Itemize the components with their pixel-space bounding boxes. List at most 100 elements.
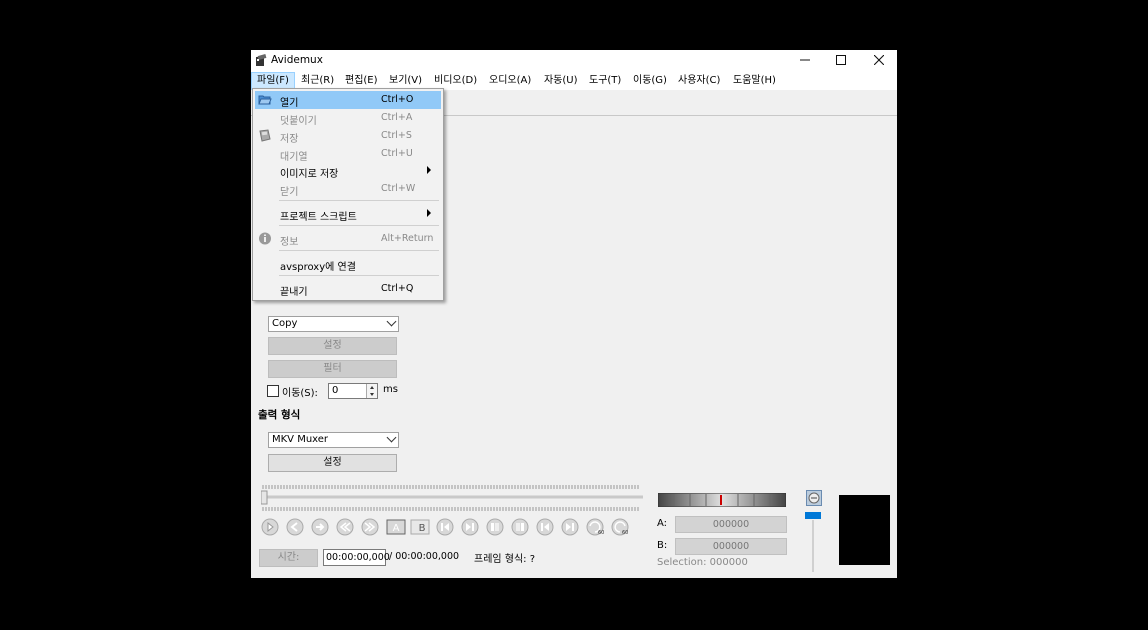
menu-item-label: 끝내기 <box>280 287 308 298</box>
frame-type: 프레임 형식: ? <box>474 554 536 565</box>
menu-view[interactable]: 보기(V) <box>384 73 427 89</box>
previous-cut-point-icon[interactable] <box>436 518 454 536</box>
audio-configure-button[interactable]: 설정 <box>268 337 397 355</box>
menu-recent[interactable]: 최근(R) <box>296 73 339 89</box>
output-configure-button[interactable]: 설정 <box>268 454 397 472</box>
menu-item-shortcut: Ctrl+S <box>381 130 412 141</box>
audio-filters-button[interactable]: 필터 <box>268 360 397 378</box>
jog-shuttle[interactable] <box>658 493 786 507</box>
close-button[interactable] <box>861 50 897 72</box>
menu-item-save[interactable]: 저장 Ctrl+S <box>255 127 441 145</box>
menu-separator <box>279 225 439 226</box>
next-frame-icon[interactable] <box>311 518 329 536</box>
menu-go[interactable]: 이동(G) <box>628 73 672 89</box>
chevron-down-icon <box>386 316 397 327</box>
set-marker-a-icon[interactable]: A <box>386 518 406 536</box>
set-marker-b-icon[interactable]: B <box>410 518 430 536</box>
menu-item-label: 정보 <box>280 237 299 248</box>
menu-item-quit[interactable]: 끝내기 Ctrl+Q <box>255 280 441 298</box>
svg-text:60: 60 <box>622 530 628 536</box>
previous-frame-icon[interactable] <box>286 518 304 536</box>
go-to-marker-b-icon[interactable] <box>511 518 529 536</box>
next-cut-point-icon[interactable] <box>461 518 479 536</box>
marker-b-field: 000000 <box>675 538 787 555</box>
submenu-arrow-icon <box>427 166 431 174</box>
marker-b-label: B: <box>657 540 668 551</box>
menu-item-append[interactable]: 덧붙이기 Ctrl+A <box>255 109 441 127</box>
rewind-60s-icon[interactable]: 60 <box>586 518 604 536</box>
volume-thumb[interactable] <box>805 512 821 519</box>
menu-item-project-script[interactable]: 프로젝트 스크립트 <box>255 205 441 223</box>
menu-item-label: 닫기 <box>280 187 299 198</box>
audio-shift-input[interactable]: 0 <box>328 383 378 399</box>
menu-item-label: avsproxy에 연결 <box>280 262 356 273</box>
svg-text:A: A <box>393 523 400 534</box>
menu-item-label: 열기 <box>280 98 299 109</box>
time-label-button[interactable]: 시간: <box>259 549 318 567</box>
go-to-marker-a-icon[interactable] <box>486 518 504 536</box>
menu-item-shortcut: Ctrl+W <box>381 183 416 194</box>
output-format-select[interactable]: MKV Muxer <box>268 432 399 448</box>
avidemux-logo-icon <box>256 54 267 66</box>
minimize-icon <box>800 59 810 61</box>
menu-separator <box>279 275 439 276</box>
menu-item-label: 덧붙이기 <box>280 116 317 127</box>
total-time: / 00:00:00,000 <box>389 551 460 562</box>
title-bar: Avidemux <box>251 50 897 72</box>
menu-item-save-as-image[interactable]: 이미지로 저장 <box>255 162 441 180</box>
maximize-button[interactable] <box>823 50 859 72</box>
close-icon <box>873 54 885 66</box>
seek-handle <box>261 490 268 505</box>
folder-open-icon <box>258 95 272 105</box>
menu-item-shortcut: Ctrl+A <box>381 112 413 123</box>
save-disk-icon <box>259 129 271 142</box>
menu-edit[interactable]: 편집(E) <box>340 73 383 89</box>
window-title: Avidemux <box>271 54 323 66</box>
volume-track[interactable] <box>812 520 814 572</box>
previous-keyframe-icon[interactable] <box>336 518 354 536</box>
video-preview-thumbnail <box>839 495 890 565</box>
svg-text:B: B <box>419 523 426 534</box>
go-to-first-frame-icon[interactable] <box>536 518 554 536</box>
output-format-value: MKV Muxer <box>272 434 329 445</box>
audio-shift-unit: ms <box>383 384 398 395</box>
audio-shift-label: 이동(S): <box>282 388 318 399</box>
spin-buttons[interactable] <box>366 384 377 398</box>
menu-tools[interactable]: 도구(T) <box>584 73 626 89</box>
audio-codec-value: Copy <box>272 318 298 329</box>
menu-item-queue[interactable]: 대기열 Ctrl+U <box>255 145 441 163</box>
menu-item-shortcut: Ctrl+O <box>381 94 414 105</box>
minimize-button[interactable] <box>787 50 823 72</box>
menu-video[interactable]: 비디오(D) <box>429 73 482 89</box>
menu-separator <box>279 200 439 201</box>
volume-icon[interactable] <box>806 490 822 506</box>
menu-item-properties[interactable]: 정보 Alt+Return <box>255 230 441 248</box>
menu-audio[interactable]: 오디오(A) <box>484 73 536 89</box>
menu-item-shortcut: Ctrl+Q <box>381 283 414 294</box>
menu-help[interactable]: 도움말(H) <box>728 73 781 89</box>
go-to-last-frame-icon[interactable] <box>561 518 579 536</box>
marker-a-label: A: <box>657 518 668 529</box>
menu-item-label: 프로젝트 스크립트 <box>280 212 357 223</box>
menu-item-close[interactable]: 닫기 Ctrl+W <box>255 180 441 198</box>
seek-slider[interactable] <box>261 483 643 513</box>
menu-custom[interactable]: 사용자(C) <box>673 73 725 89</box>
play-icon[interactable] <box>261 518 279 536</box>
current-time-input[interactable]: 00:00:00,000 <box>323 549 390 566</box>
submenu-arrow-icon <box>427 209 431 217</box>
chevron-down-icon <box>386 432 397 443</box>
audio-shift-checkbox[interactable] <box>267 385 279 397</box>
menu-item-label: 이미지로 저장 <box>280 169 339 180</box>
audio-codec-select[interactable]: Copy <box>268 316 399 332</box>
menu-item-open[interactable]: 열기 Ctrl+O <box>255 91 441 109</box>
forward-60s-icon[interactable]: 60 <box>611 518 629 536</box>
maximize-icon <box>836 55 846 65</box>
output-format-heading: 출력 형식 <box>258 409 301 421</box>
menu-item-shortcut: Alt+Return <box>381 233 434 244</box>
menu-auto[interactable]: 자동(U) <box>539 73 583 89</box>
next-keyframe-icon[interactable] <box>361 518 379 536</box>
menu-item-connect-avsproxy[interactable]: avsproxy에 연결 <box>255 255 441 273</box>
spin-arrows-icon <box>370 386 374 396</box>
file-menu-dropdown: 열기 Ctrl+O 덧붙이기 Ctrl+A 저장 Ctrl+S 대기열 Ctrl… <box>252 88 444 301</box>
menu-separator <box>279 250 439 251</box>
